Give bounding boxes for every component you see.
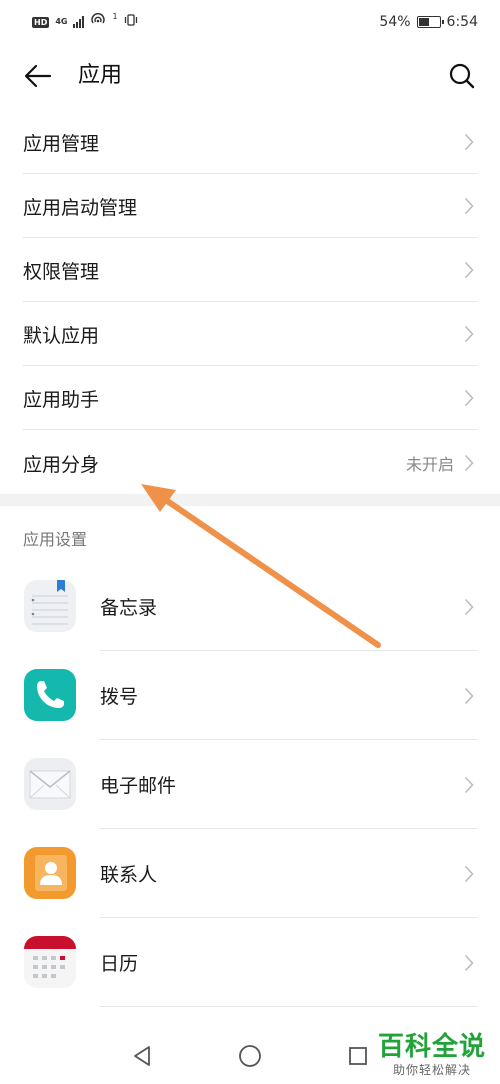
menu-item-label: 应用管理 [23, 132, 100, 155]
battery-percent: 54% [379, 14, 411, 30]
chevron-right-icon [464, 598, 474, 615]
signal-icon [73, 16, 85, 28]
divider [100, 1006, 477, 1007]
notepad-icon [24, 580, 76, 632]
chevron-right-icon [464, 454, 474, 472]
app-label: 日历 [100, 953, 139, 975]
chevron-right-icon [464, 687, 474, 704]
menu-item-label: 权限管理 [23, 260, 100, 283]
app-row-email[interactable]: 电子邮件 [0, 740, 500, 829]
watermark-title: 百科全说 [377, 1032, 486, 1062]
search-button[interactable] [446, 60, 478, 92]
menu-item-app-twin[interactable]: 应用分身 未开启 [0, 430, 500, 496]
network-type: 4G [55, 17, 68, 26]
calendar-icon [24, 936, 76, 988]
nav-home-button[interactable] [236, 1042, 264, 1070]
sim-index: 1 [112, 11, 118, 21]
page-title: 应用 [78, 63, 123, 88]
hd-icon: HD [32, 16, 50, 28]
search-icon [449, 63, 475, 89]
nav-recents-button[interactable] [344, 1042, 372, 1070]
app-row-calendar[interactable]: 日历 [0, 918, 500, 1007]
square-recents-icon [349, 1047, 367, 1065]
app-bar: 应用 [0, 44, 500, 108]
section-header-app-settings: 应用设置 [23, 530, 88, 549]
chevron-right-icon [464, 197, 474, 215]
app-label: 电子邮件 [100, 775, 177, 797]
app-label: 拨号 [100, 686, 139, 708]
status-bar: HD 4G 1 54% 6:54 [0, 0, 500, 44]
menu-item-label: 默认应用 [23, 324, 100, 347]
menu-item-label: 应用启动管理 [23, 196, 138, 219]
menu-item-app-assistant[interactable]: 应用助手 [0, 366, 500, 430]
back-arrow-icon [24, 64, 52, 88]
menu-item-label: 应用助手 [23, 388, 100, 411]
chevron-right-icon [464, 133, 474, 151]
app-row-notepad[interactable]: 备忘录 [0, 562, 500, 651]
hotspot-icon [90, 13, 106, 31]
chevron-right-icon [464, 865, 474, 882]
section-divider [0, 494, 500, 506]
circle-home-icon [239, 1045, 261, 1067]
app-label: 联系人 [100, 864, 158, 886]
watermark-subtitle: 助你轻松解决 [392, 1063, 471, 1077]
menu-item-startup-management[interactable]: 应用启动管理 [0, 174, 500, 238]
battery-icon [416, 16, 444, 28]
back-button[interactable] [22, 60, 54, 92]
status-bar-right: 54% 6:54 [379, 14, 478, 30]
status-bar-left: HD 4G 1 [32, 11, 138, 31]
app-label: 备忘录 [100, 597, 158, 619]
app-row-contacts[interactable]: 联系人 [0, 829, 500, 918]
menu-item-permission-management[interactable]: 权限管理 [0, 238, 500, 302]
contacts-icon [24, 847, 76, 899]
menu-item-label: 应用分身 [23, 453, 100, 476]
menu-item-app-management[interactable]: 应用管理 [0, 110, 500, 174]
clock: 6:54 [446, 14, 478, 30]
vibrate-icon [124, 13, 138, 31]
app-row-dialer[interactable]: 拨号 [0, 651, 500, 740]
app-menu-list: 应用管理 应用启动管理 权限管理 默认应用 应用助手 应用分身 未开启 [0, 110, 500, 496]
menu-item-default-apps[interactable]: 默认应用 [0, 302, 500, 366]
app-twin-status: 未开启 [405, 455, 454, 474]
chevron-right-icon [464, 389, 474, 407]
watermark-logo: 百科全说 助你轻松解决 [378, 1032, 486, 1078]
nav-back-button[interactable] [128, 1042, 156, 1070]
app-settings-list: 备忘录 拨号 电子邮件 联系人 日历 [0, 562, 500, 1007]
chevron-right-icon [464, 325, 474, 343]
chevron-right-icon [464, 261, 474, 279]
chevron-right-icon [464, 954, 474, 971]
email-icon [24, 758, 76, 810]
triangle-back-icon [134, 1046, 150, 1066]
chevron-right-icon [464, 776, 474, 793]
phone-icon [24, 669, 76, 721]
